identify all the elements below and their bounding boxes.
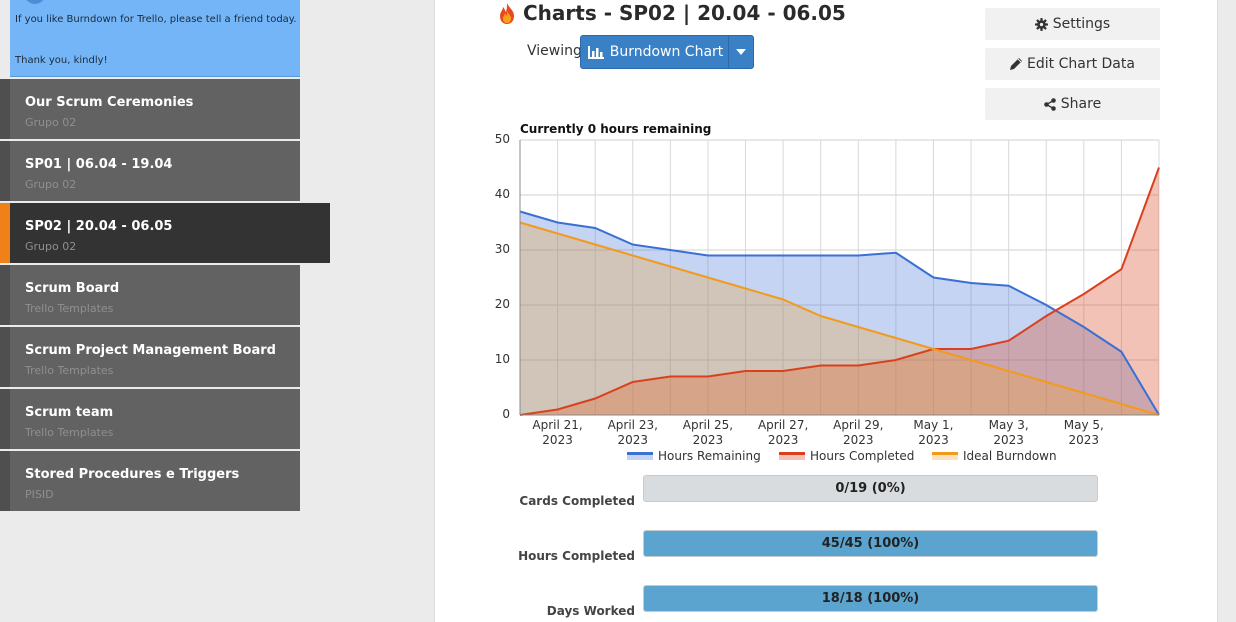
sidebar-edge — [0, 389, 10, 449]
x-tick-label: April 27, 2023 — [748, 418, 818, 448]
share-icon — [1043, 97, 1056, 111]
x-tick-label-line: 2023 — [692, 433, 724, 447]
x-tick-label: May 1, 2023 — [898, 418, 968, 448]
bar-chart-icon — [587, 45, 604, 59]
promo-avatar — [24, 0, 46, 4]
edit-chart-data-button[interactable]: Edit Chart Data — [985, 48, 1160, 80]
days-worked-label: Days Worked — [546, 604, 635, 618]
sidebar-item-sublabel: Grupo 02 — [25, 240, 77, 253]
viewing-label: Viewing — [527, 43, 582, 59]
sidebar-item-sublabel: Trello Templates — [25, 426, 114, 439]
legend-label: Ideal Burndown — [963, 449, 1057, 463]
sidebar-edge — [0, 79, 10, 139]
hours-completed-bar: 45/45 (100%) — [643, 530, 1098, 557]
sidebar-edge — [0, 451, 10, 511]
promo-text: If you like Burndown for Trello, please … — [15, 14, 297, 25]
x-tick-label-line: May 3, — [988, 418, 1029, 432]
sidebar-item-sublabel: PISID — [25, 488, 54, 501]
x-tick-label-line: April 27, — [757, 418, 809, 432]
x-tick-label: April 29, 2023 — [823, 418, 893, 448]
hours-completed-label: Hours Completed — [518, 549, 635, 563]
legend-label: Hours Remaining — [658, 449, 761, 463]
sidebar-item-label: Scrum team — [25, 405, 114, 420]
x-tick-label-line: 2023 — [993, 433, 1024, 447]
gear-icon — [1034, 17, 1048, 31]
sidebar-item-label: Stored Procedures e Triggers — [25, 467, 240, 482]
y-tick-label: 40 — [494, 187, 510, 201]
x-tick-label-line: 2023 — [918, 433, 949, 447]
page-title: Charts - SP02 | 20.04 - 06.05 — [523, 1, 846, 25]
sidebar-item-label: SP02 | 20.04 - 06.05 — [25, 219, 173, 234]
settings-button[interactable]: Settings — [985, 8, 1160, 40]
promo-thanks: Thank you, kindly! — [15, 55, 108, 66]
x-tick-label-line: 2023 — [542, 433, 573, 447]
days-worked-bar: 18/18 (100%) — [643, 585, 1098, 612]
progress-text: 0/19 (0%) — [835, 481, 906, 496]
sidebar-item-sublabel: Trello Templates — [25, 364, 114, 377]
x-tick-label-line: 2023 — [767, 433, 799, 447]
sidebar-item-label: Scrum Project Management Board — [25, 343, 276, 358]
y-tick-label: 30 — [494, 242, 510, 256]
sidebar-item-sublabel: Grupo 02 — [25, 116, 77, 129]
sidebar-edge — [0, 327, 10, 387]
sidebar-active-marker — [0, 203, 10, 263]
y-tick-label: 50 — [494, 132, 510, 146]
pencil-icon — [1010, 58, 1023, 70]
x-tick-label: May 3, 2023 — [974, 418, 1044, 448]
legend-swatch — [627, 452, 653, 460]
share-label: Share — [1060, 96, 1102, 112]
share-button[interactable]: Share — [985, 88, 1160, 120]
caret-down-icon — [736, 49, 746, 55]
progress-text: 18/18 (100%) — [821, 591, 920, 606]
x-tick-label-line: April 25, — [682, 418, 734, 432]
legend-hours-completed[interactable]: Hours Completed — [779, 449, 914, 463]
x-tick-label-line: May 5, — [1063, 418, 1104, 432]
x-tick-label-line: April 23, — [607, 418, 658, 432]
cards-completed-label: Cards Completed — [519, 494, 635, 508]
x-tick-label: April 23, 2023 — [598, 418, 668, 448]
chart-title: Currently 0 hours remaining — [520, 122, 712, 136]
legend-ideal-burndown[interactable]: Ideal Burndown — [932, 449, 1057, 463]
y-tick-label: 0 — [502, 407, 510, 421]
sidebar-item-sp02[interactable]: SP02 | 20.04 - 06.05 Grupo 02 — [10, 203, 330, 263]
sidebar-edge — [0, 141, 10, 201]
y-tick-label: 20 — [494, 297, 510, 311]
cards-completed-bar: 0/19 (0%) — [643, 475, 1098, 502]
burndown-chart-button[interactable]: Burndown Chart — [581, 36, 730, 68]
edit-chart-data-label: Edit Chart Data — [1027, 56, 1135, 72]
x-tick-label-line: 2023 — [843, 433, 874, 447]
x-tick-label-line: April 29, — [833, 418, 884, 432]
progress-text: 45/45 (100%) — [821, 536, 920, 551]
x-tick-label: April 21, 2023 — [523, 418, 593, 448]
legend-swatch — [932, 452, 958, 460]
legend-swatch — [779, 452, 805, 460]
sidebar-item-scrum-team[interactable]: Scrum team Trello Templates — [10, 389, 300, 449]
x-tick-label-line: 2023 — [617, 433, 649, 447]
dropdown-toggle[interactable] — [728, 36, 753, 68]
chart-type-dropdown[interactable]: Burndown Chart — [580, 35, 754, 69]
sidebar-edge — [0, 265, 10, 325]
sidebar-item-scrum-board[interactable]: Scrum Board Trello Templates — [10, 265, 300, 325]
sidebar-item-sublabel: Grupo 02 — [25, 178, 77, 191]
sidebar-item-sublabel: Trello Templates — [25, 302, 114, 315]
sidebar-item-label: Our Scrum Ceremonies — [25, 95, 194, 110]
x-tick-label-line: April 21, — [532, 418, 583, 432]
sidebar-item-stored-procedures[interactable]: Stored Procedures e Triggers PISID — [10, 451, 300, 511]
burndown-chart-label: Burndown Chart — [609, 44, 724, 60]
x-tick-label-line: 2023 — [1068, 433, 1100, 447]
settings-label: Settings — [1052, 16, 1111, 32]
legend-label: Hours Completed — [810, 449, 915, 463]
y-tick-label: 10 — [494, 352, 510, 366]
sidebar-item-our-scrum-ceremonies[interactable]: Our Scrum Ceremonies Grupo 02 — [10, 79, 300, 139]
sidebar-item-scrum-pm-board[interactable]: Scrum Project Management Board Trello Te… — [10, 327, 300, 387]
sidebar-item-label: Scrum Board — [25, 281, 120, 296]
flame-icon — [500, 3, 514, 24]
sidebar-item-sp01[interactable]: SP01 | 06.04 - 19.04 Grupo 02 — [10, 141, 300, 201]
x-tick-label-line: May 1, — [913, 418, 954, 432]
legend-hours-remaining[interactable]: Hours Remaining — [627, 449, 761, 463]
x-tick-label: May 5, 2023 — [1049, 418, 1119, 448]
sidebar-item-label: SP01 | 06.04 - 19.04 — [25, 157, 173, 172]
x-tick-label: April 25, 2023 — [673, 418, 743, 448]
promo-banner: If you like Burndown for Trello, please … — [10, 0, 300, 77]
